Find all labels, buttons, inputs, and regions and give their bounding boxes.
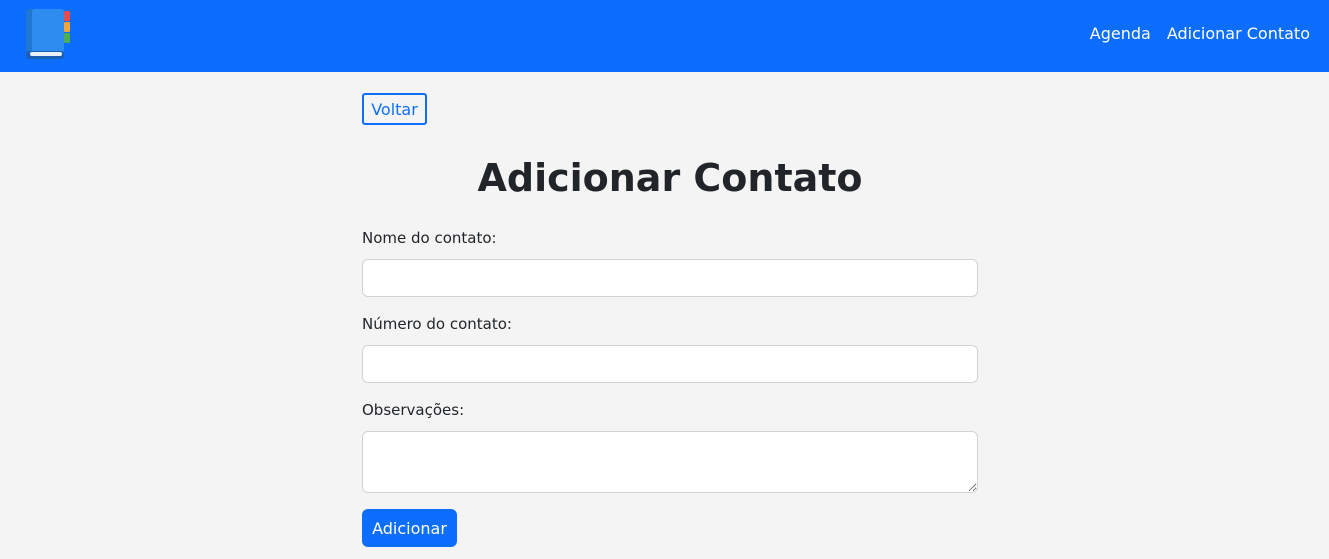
top-navbar: Agenda Adicionar Contato bbox=[0, 0, 1329, 72]
contact-number-label: Número do contato: bbox=[362, 315, 512, 333]
notes-textarea[interactable] bbox=[362, 431, 978, 493]
back-button[interactable]: Voltar bbox=[362, 93, 427, 125]
nav-link-add-contact[interactable]: Adicionar Contato bbox=[1167, 23, 1310, 45]
contact-name-input[interactable] bbox=[362, 259, 978, 297]
add-contact-submit-button[interactable]: Adicionar bbox=[362, 509, 457, 547]
contact-number-input[interactable] bbox=[362, 345, 978, 383]
address-book-icon[interactable] bbox=[24, 7, 72, 61]
contact-name-label: Nome do contato: bbox=[362, 229, 497, 247]
page-title: Adicionar Contato bbox=[477, 156, 863, 200]
nav-links: Agenda Adicionar Contato bbox=[1090, 23, 1310, 45]
notes-label: Observações: bbox=[362, 401, 465, 419]
nav-link-agenda[interactable]: Agenda bbox=[1090, 23, 1151, 45]
